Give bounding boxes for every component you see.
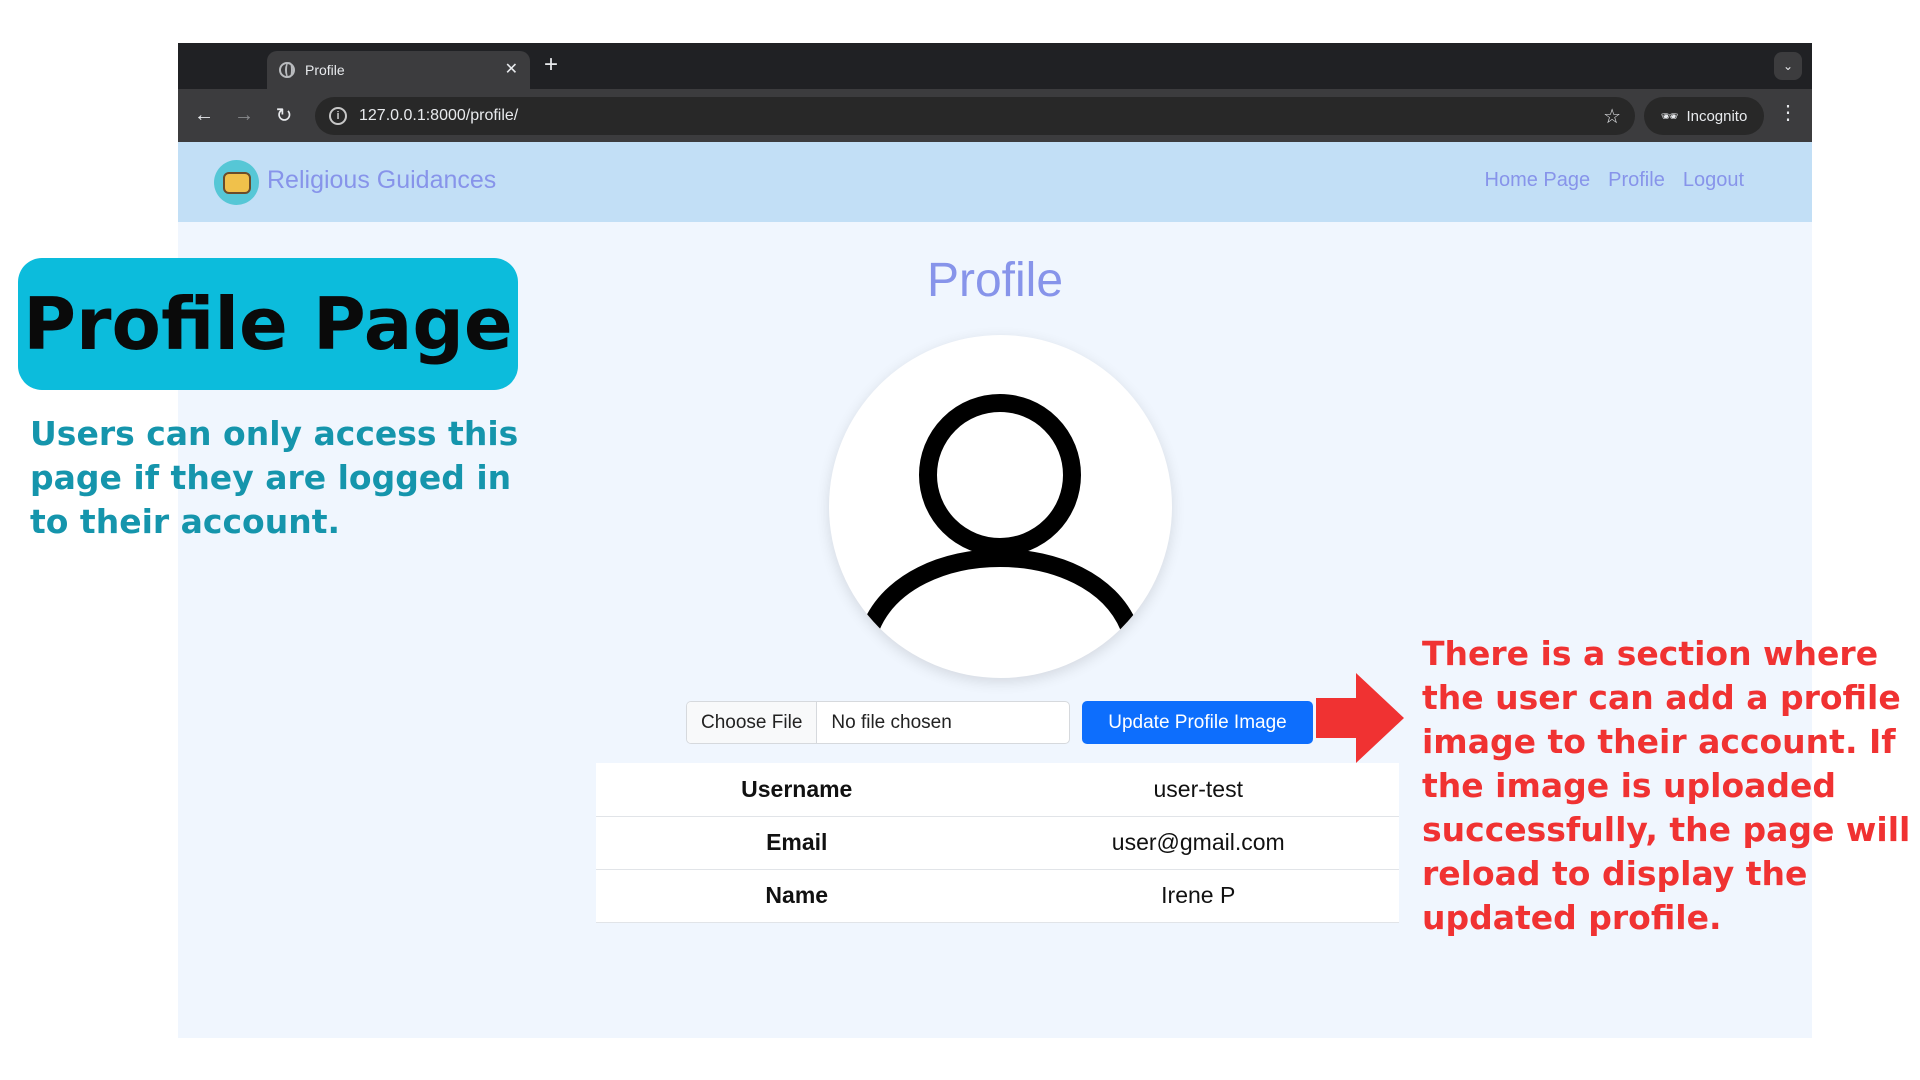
name-value: Irene P xyxy=(997,869,1399,923)
nav-link-profile[interactable]: Profile xyxy=(1608,169,1665,192)
annotation-title-box: Profile Page xyxy=(18,258,518,390)
tab-strip: Profile ✕ + ⌄ xyxy=(178,43,1812,89)
annotation-left-note: Users can only access this page if they … xyxy=(30,414,519,541)
reload-icon[interactable]: ↻ xyxy=(264,103,304,128)
chevron-down-icon[interactable]: ⌄ xyxy=(1774,52,1802,80)
annotation-right-note: There is a section where the user can ad… xyxy=(1422,634,1911,937)
arrow-right-icon xyxy=(1316,673,1404,763)
forward-arrow-icon[interactable]: → xyxy=(224,104,264,127)
email-label: Email xyxy=(596,816,998,870)
logo-book-icon xyxy=(222,171,251,194)
table-row: Email user@gmail.com xyxy=(596,816,1399,870)
profile-info-table: Username user-test Email user@gmail.com … xyxy=(596,763,1399,923)
tab-title: Profile xyxy=(305,62,345,78)
back-arrow-icon[interactable]: ← xyxy=(184,104,224,127)
username-label: Username xyxy=(596,763,998,817)
globe-icon xyxy=(279,62,295,78)
choose-file-button[interactable]: Choose File xyxy=(687,702,818,743)
incognito-icon: 🕶 xyxy=(1660,107,1679,124)
new-tab-icon[interactable]: + xyxy=(544,53,558,77)
name-label: Name xyxy=(596,869,998,923)
annotation-title: Profile Page xyxy=(23,282,513,366)
file-input[interactable]: Choose File No file chosen xyxy=(686,701,1070,744)
incognito-label: Incognito xyxy=(1686,107,1748,125)
avatar xyxy=(829,335,1172,678)
update-profile-image-button[interactable]: Update Profile Image xyxy=(1082,701,1313,744)
kebab-menu-icon[interactable]: ⋮ xyxy=(1778,103,1798,123)
site-navbar: Religious Guidances Home Page Profile Lo… xyxy=(178,142,1812,222)
address-bar[interactable]: i 127.0.0.1:8000/profile/ ☆ xyxy=(315,97,1635,135)
url-text[interactable]: 127.0.0.1:8000/profile/ xyxy=(359,107,1603,125)
table-row: Name Irene P xyxy=(596,869,1399,923)
browser-toolbar: ← → ↻ i 127.0.0.1:8000/profile/ ☆ 🕶 Inco… xyxy=(178,89,1812,142)
close-tab-icon[interactable]: ✕ xyxy=(505,62,518,78)
user-silhouette-icon xyxy=(862,394,1138,636)
bookmark-star-icon[interactable]: ☆ xyxy=(1603,104,1621,129)
site-info-icon[interactable]: i xyxy=(329,107,347,125)
file-status: No file chosen xyxy=(831,711,952,733)
nav-links: Home Page Profile Logout xyxy=(1485,169,1745,192)
nav-link-logout[interactable]: Logout xyxy=(1683,169,1744,192)
incognito-indicator[interactable]: 🕶 Incognito xyxy=(1644,97,1764,135)
username-value: user-test xyxy=(997,763,1399,817)
brand-name[interactable]: Religious Guidances xyxy=(267,166,496,195)
nav-link-home[interactable]: Home Page xyxy=(1485,169,1591,192)
table-row: Username user-test xyxy=(596,763,1399,817)
browser-tab[interactable]: Profile ✕ xyxy=(267,51,530,89)
email-value: user@gmail.com xyxy=(997,816,1399,870)
site-logo[interactable] xyxy=(214,160,259,205)
